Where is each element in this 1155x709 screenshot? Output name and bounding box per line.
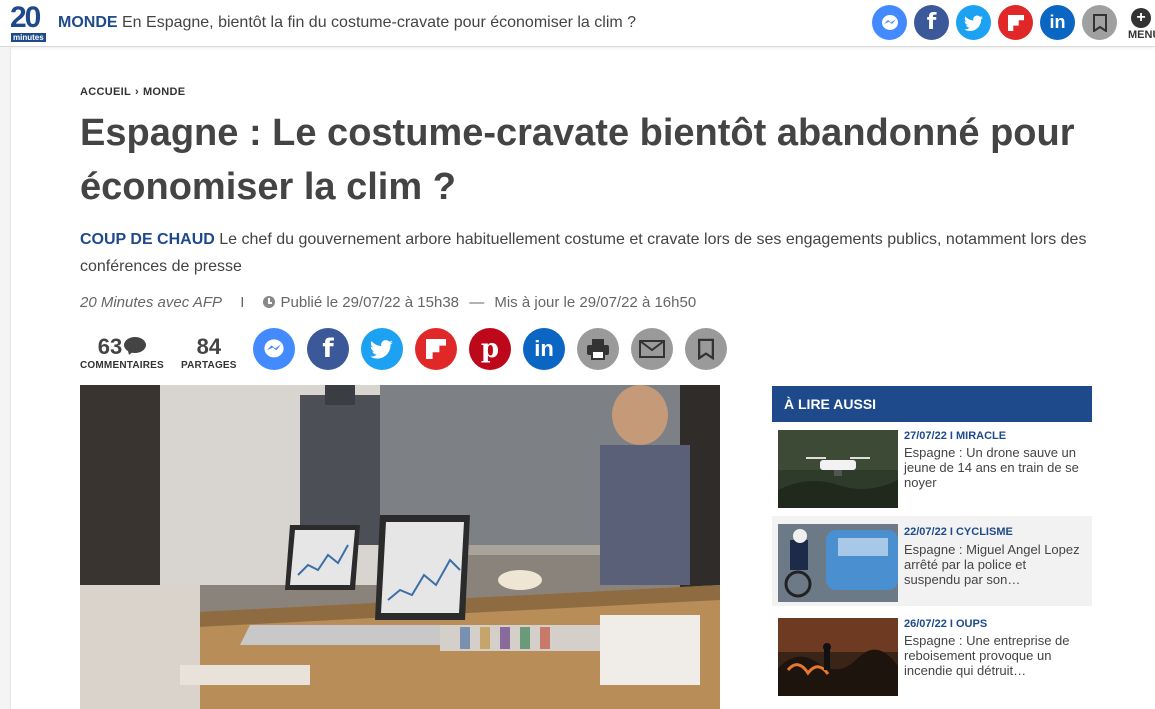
shares-label: PARTAGES xyxy=(181,360,237,371)
bookmark-icon[interactable] xyxy=(1082,5,1117,40)
sticky-headline: En Espagne, bientôt la fin du costume-cr… xyxy=(122,14,637,31)
thumbnail-fire xyxy=(778,618,898,696)
comments-label: COMMENTAIRES xyxy=(80,360,164,371)
facebook-icon[interactable]: f xyxy=(914,5,949,40)
logo-number: 20 xyxy=(10,1,41,34)
related-title[interactable]: Espagne : Miguel Angel Lopez arrêté par … xyxy=(904,542,1086,587)
aside-heading: À LIRE AUSSI xyxy=(772,386,1092,422)
related-title[interactable]: Espagne : Un drone sauve un jeune de 14 … xyxy=(904,445,1086,490)
article-title: Espagne : Le costume-cravate bientôt aba… xyxy=(80,112,1075,208)
logo-word: minutes xyxy=(11,33,46,42)
comments-counter[interactable]: 63 COMMENTAIRES xyxy=(80,334,164,371)
plus-icon: + xyxy=(1131,8,1151,28)
related-kicker: 27/07/22 I MIRACLE xyxy=(904,430,1007,442)
twitter-icon[interactable] xyxy=(956,5,991,40)
left-edge xyxy=(0,47,11,709)
thumbnail-drone xyxy=(778,430,898,508)
menu-button[interactable]: + MENU xyxy=(1128,8,1155,42)
related-kicker: 22/07/22 I CYCLISME xyxy=(904,526,1013,538)
updated-date: Mis à jour le 29/07/22 à 16h50 xyxy=(494,294,697,311)
chevron-right-icon: › xyxy=(135,86,139,98)
comments-count: 63 xyxy=(97,334,123,359)
breadcrumb: ACCUEIL › MONDE xyxy=(80,86,185,98)
twitter-icon[interactable] xyxy=(361,328,403,370)
lead-text: Le chef du gouvernement arbore habituell… xyxy=(80,231,1087,275)
related-kicker: 26/07/22 I OUPS xyxy=(904,618,988,630)
site-logo[interactable]: 20 minutes xyxy=(10,1,46,43)
print-icon[interactable] xyxy=(577,328,619,370)
pinterest-icon[interactable]: p xyxy=(469,328,511,370)
shares-count: 84 xyxy=(196,334,222,359)
clock-icon xyxy=(262,296,275,308)
breadcrumb-home[interactable]: ACCUEIL xyxy=(80,86,131,98)
linkedin-icon[interactable]: in xyxy=(1040,5,1075,40)
author: 20 Minutes avec AFP xyxy=(80,294,223,311)
article-lead: COUP DE CHAUD Le chef du gouvernement ar… xyxy=(80,226,1100,280)
related-article[interactable]: 26/07/22 I OUPS Espagne : Une entreprise… xyxy=(772,614,1092,704)
messenger-icon[interactable] xyxy=(872,5,907,40)
flipboard-icon[interactable] xyxy=(998,5,1033,40)
thumbnail-cycling xyxy=(778,524,898,602)
date-dash: — xyxy=(469,294,485,311)
bookmark-icon[interactable] xyxy=(685,328,727,370)
section-label[interactable]: MONDE xyxy=(58,14,118,32)
article-meta: 20 Minutes avec AFP I Publié le 29/07/22… xyxy=(80,294,696,311)
related-article[interactable]: 27/07/22 I MIRACLE Espagne : Un drone sa… xyxy=(772,426,1092,516)
comment-bubble-icon xyxy=(124,337,147,353)
shares-counter: 84 PARTAGES xyxy=(181,334,237,371)
messenger-icon[interactable] xyxy=(253,328,295,370)
facebook-icon[interactable]: f xyxy=(307,328,349,370)
related-article[interactable]: 22/07/22 I CYCLISME Espagne : Miguel Ang… xyxy=(772,516,1092,606)
breadcrumb-section[interactable]: MONDE xyxy=(143,86,185,98)
article-share-bar: f p in xyxy=(253,328,727,370)
email-icon[interactable] xyxy=(631,328,673,370)
published-date: Publié le 29/07/22 à 15h38 xyxy=(280,294,460,311)
meta-separator: I xyxy=(240,294,245,311)
linkedin-icon[interactable]: in xyxy=(523,328,565,370)
lead-kicker: COUP DE CHAUD xyxy=(80,231,215,248)
hero-image xyxy=(80,385,720,709)
flipboard-icon[interactable] xyxy=(415,328,457,370)
menu-label: MENU xyxy=(1128,29,1155,41)
top-share-bar: f in xyxy=(872,5,1117,40)
top-bar: 20 minutes MONDE En Espagne, bientôt la … xyxy=(0,0,1155,47)
related-title[interactable]: Espagne : Une entreprise de reboisement … xyxy=(904,633,1086,678)
